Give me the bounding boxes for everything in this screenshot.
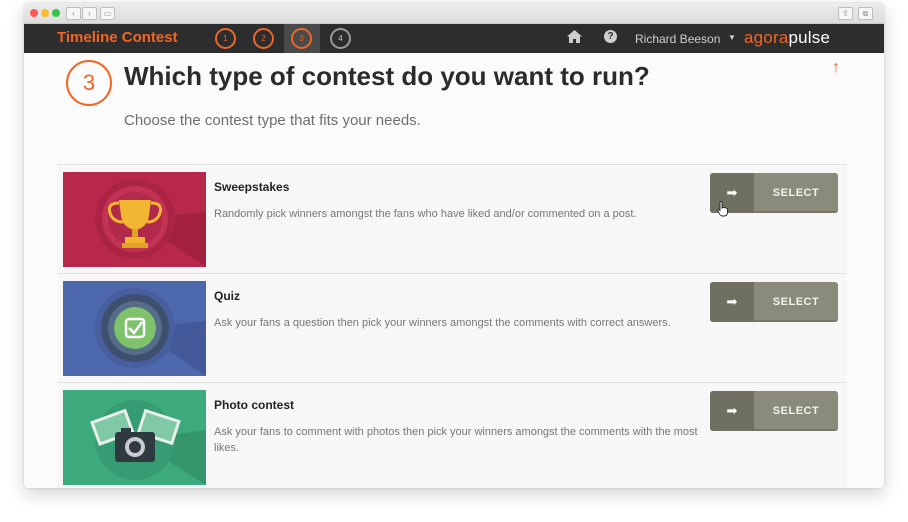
browser-window: ‹ › ▭ ⇪ ⧉ Timeline Contest 1 2 3 4 ? Ric… [24, 3, 884, 488]
contest-description: Randomly pick winners amongst the fans w… [214, 208, 637, 220]
contest-description: Ask your fans a question then pick your … [214, 317, 671, 329]
select-photo-contest-button[interactable]: ➡ SELECT [710, 391, 838, 431]
trophy-icon [63, 172, 206, 267]
hand-cursor-icon [717, 201, 728, 217]
app-header: Timeline Contest 1 2 3 4 ? Richard Beeso… [24, 24, 884, 53]
step-4[interactable]: 4 [330, 28, 351, 49]
contest-option-photo: Photo contest Ask your fans to comment w… [57, 382, 847, 488]
current-step-badge: 3 [66, 60, 112, 106]
step-1[interactable]: 1 [215, 28, 236, 49]
contest-title: Sweepstakes [214, 180, 290, 194]
select-button-label: SELECT [772, 296, 820, 308]
arrow-up-icon[interactable]: ↑ [832, 59, 840, 77]
chevron-down-icon[interactable]: ▼ [728, 33, 736, 42]
page-subtitle: Choose the contest type that fits your n… [124, 112, 421, 129]
share-icon[interactable]: ⇪ [838, 7, 853, 20]
select-button-label: SELECT [772, 405, 820, 417]
user-menu[interactable]: Richard Beeson [635, 32, 720, 46]
chevron-left-icon[interactable]: ‹ [66, 7, 81, 20]
home-icon[interactable] [567, 30, 582, 46]
contest-description: Ask your fans to comment with photos the… [214, 426, 698, 454]
chevron-right-icon[interactable]: › [82, 7, 97, 20]
browser-toolbar: ‹ › ▭ ⇪ ⧉ [24, 3, 884, 24]
sidebar-icon[interactable]: ▭ [100, 7, 115, 20]
checkbox-icon [63, 281, 206, 376]
contest-title: Quiz [214, 289, 240, 303]
contest-title: Photo contest [214, 398, 294, 412]
minimize-window-button[interactable] [41, 9, 49, 17]
arrow-right-icon: ➡ [710, 282, 754, 322]
page-title: Which type of contest do you want to run… [124, 61, 650, 91]
contest-option-quiz: Quiz Ask your fans a question then pick … [57, 273, 847, 382]
select-quiz-button[interactable]: ➡ SELECT [710, 282, 838, 322]
help-icon[interactable]: ? [604, 30, 617, 43]
zoom-window-button[interactable] [52, 9, 60, 17]
step-2[interactable]: 2 [253, 28, 274, 49]
brand-logo: agorapulse [744, 28, 831, 47]
select-button-label: SELECT [772, 187, 820, 199]
step-3[interactable]: 3 [291, 28, 312, 49]
select-sweepstakes-button[interactable]: ➡ SELECT [710, 173, 838, 213]
tabs-icon[interactable]: ⧉ [858, 7, 873, 20]
arrow-right-icon: ➡ [710, 391, 754, 431]
contest-option-sweepstakes: Sweepstakes Randomly pick winners amongs… [57, 164, 847, 273]
camera-icon [63, 390, 206, 485]
close-window-button[interactable] [30, 9, 38, 17]
app-title: Timeline Contest [57, 29, 178, 46]
